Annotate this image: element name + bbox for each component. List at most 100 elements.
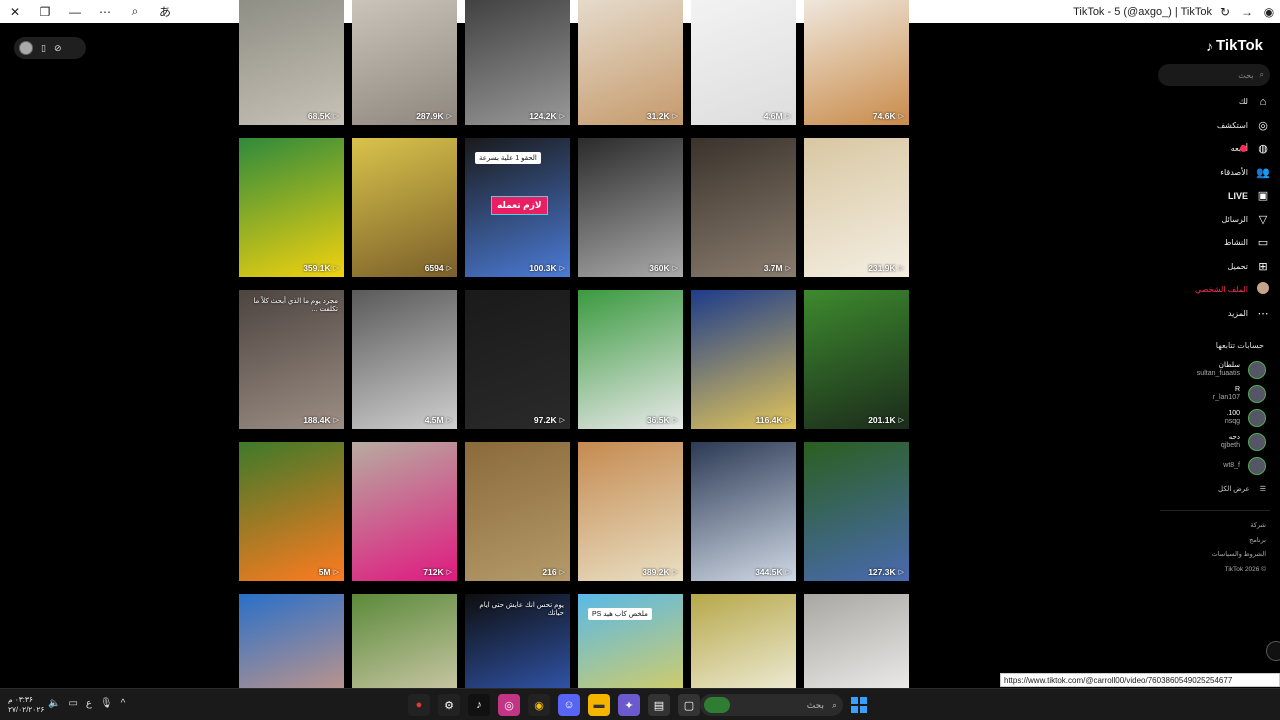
account-names: .100 nsqg xyxy=(1225,410,1240,426)
windows-start-icon[interactable] xyxy=(851,697,867,713)
sidebar-item[interactable]: النشاط ▭ xyxy=(1140,231,1280,255)
video-tile[interactable]: 36.5K ▷ xyxy=(578,290,683,429)
video-tile[interactable]: 3.7M ▷ xyxy=(691,138,796,277)
following-account[interactable]: دحه qjbeth xyxy=(1156,430,1266,454)
video-tile[interactable]: 97.2K ▷ xyxy=(465,290,570,429)
video-caption: يوم تحس انك عايش حتى ايام حياتك xyxy=(479,602,564,618)
sidebar-item[interactable]: لك ⌂ xyxy=(1140,90,1280,114)
folder-app-icon[interactable]: ▬ xyxy=(588,694,610,716)
sidebar-item[interactable]: تحميل ⊞ xyxy=(1140,255,1280,279)
close-icon[interactable]: ✕ xyxy=(0,0,30,23)
video-tile[interactable]: 124.2K ▷ xyxy=(465,0,570,125)
video-tile[interactable]: الحقو 1 علية بسرعة لازم تعمله 100.3K ▷ xyxy=(465,138,570,277)
footer-link[interactable]: الشروط والسياسات xyxy=(1212,548,1266,563)
clock[interactable]: ۰۳:۳۶ م ۲۷/۰۲/۲۰۲۶ xyxy=(8,695,44,715)
video-tile[interactable]: 6594 ▷ xyxy=(352,138,457,277)
device-icon[interactable]: ▯ xyxy=(41,43,46,54)
chrome-app-icon[interactable]: ◉ xyxy=(528,694,550,716)
following-account[interactable]: Rr_lan107 xyxy=(1156,382,1266,406)
video-tile[interactable]: 127.3K ▷ xyxy=(804,442,909,581)
tiktok-logo[interactable]: ♪ TikTok xyxy=(1206,37,1263,54)
record-app-icon[interactable]: ● xyxy=(408,694,430,716)
view-count: 216 ▷ xyxy=(542,567,565,577)
video-tile[interactable]: 344.5K ▷ xyxy=(691,442,796,581)
view-count: 4.5M ▷ xyxy=(425,415,452,425)
sidebar-item[interactable]: المزيد ⋯ xyxy=(1140,302,1280,326)
tiktok-app-icon[interactable]: ♪ xyxy=(468,694,490,716)
view-count-value: 287.9K xyxy=(416,111,444,121)
instagram-app-icon[interactable]: ◎ xyxy=(498,694,520,716)
mic-icon[interactable]: 🎙 xyxy=(100,698,113,709)
video-tag: الحقو 1 علية بسرعة xyxy=(475,152,541,164)
play-icon: ▷ xyxy=(333,569,339,576)
language-indicator[interactable]: ع xyxy=(86,698,92,709)
following-account[interactable]: wt8_f xyxy=(1156,454,1266,478)
profile-pill[interactable]: ▯ ⊘ xyxy=(14,37,86,59)
taskbar-search[interactable]: بحث ⌕ xyxy=(700,694,843,716)
video-tile[interactable]: 287.9K ▷ xyxy=(352,0,457,125)
sidebar-item[interactable]: أتابعه◍ xyxy=(1140,137,1280,161)
search-icon[interactable]: ⌕ xyxy=(1260,70,1264,80)
footer-link[interactable]: شركة xyxy=(1212,519,1266,534)
video-tile[interactable]: 201.1K ▷ xyxy=(804,290,909,429)
app-logo-icon: ◉ xyxy=(1263,4,1275,19)
video-tile[interactable]: 74.6K ▷ xyxy=(804,0,909,125)
video-tile[interactable]: 231.9K ▷ xyxy=(804,138,909,277)
scroll-top-button[interactable] xyxy=(1266,641,1280,661)
view-count: 6594 ▷ xyxy=(425,263,452,273)
video-tile[interactable]: 116.4K ▷ xyxy=(691,290,796,429)
video-tile[interactable]: 389.2K ▷ xyxy=(578,442,683,581)
video-tile[interactable]: 360K ▷ xyxy=(578,138,683,277)
video-tile[interactable]: 4.5M ▷ xyxy=(352,290,457,429)
activity-icon: ▭ xyxy=(1257,237,1269,250)
sidebar-item[interactable]: الرسائل ▽ xyxy=(1140,208,1280,232)
sidebar-item-label: LIVE xyxy=(1227,190,1248,201)
restore-icon[interactable]: ❐ xyxy=(30,0,60,23)
following-list: سلطان sultan_fuaatis Rr_lan107 .100 nsqg دحه q… xyxy=(1156,358,1266,478)
discord-app-icon[interactable]: ☺ xyxy=(558,694,580,716)
minimize-icon[interactable]: — xyxy=(60,0,90,23)
video-tile[interactable]: 712K ▷ xyxy=(352,442,457,581)
chevron-up-icon[interactable]: ^ xyxy=(121,698,126,709)
search-placeholder: بحث xyxy=(1238,70,1254,80)
sidebar-item[interactable]: الأصدقاء 👥 xyxy=(1140,161,1280,185)
reload-icon[interactable]: ↻ xyxy=(1214,0,1236,23)
settings-icon[interactable]: ⊘ xyxy=(54,43,62,54)
account-names: دحه qjbeth xyxy=(1221,434,1240,450)
video-tile[interactable]: مجرد يوم ما الذي أبحث كلاً ما تكلفت ... 1… xyxy=(239,290,344,429)
footer-link[interactable]: TikTok 2026 © xyxy=(1212,563,1266,578)
video-tag: ملخص كاب هيد PS xyxy=(588,608,652,620)
tiktok-note-icon: ♪ xyxy=(1206,37,1214,54)
play-icon: ▷ xyxy=(559,569,565,576)
steam-app-icon[interactable]: ⚙ xyxy=(438,694,460,716)
more-icon[interactable]: ⋯ xyxy=(90,0,120,23)
translate-icon[interactable]: あ xyxy=(150,0,180,23)
view-count: 36.5K ▷ xyxy=(647,415,678,425)
sidebar-item[interactable]: استكشف ◎ xyxy=(1140,114,1280,138)
play-icon: ▷ xyxy=(559,113,565,120)
taskview-app-icon[interactable]: ▢ xyxy=(678,694,700,716)
sidebar-item-label: تحميل xyxy=(1227,261,1249,271)
play-icon: ▷ xyxy=(446,569,452,576)
copilot-app-icon[interactable]: ✦ xyxy=(618,694,640,716)
video-tile[interactable]: 68.5K ▷ xyxy=(239,0,344,125)
see-all-link[interactable]: عرض الكل ☰ xyxy=(1218,485,1266,493)
video-tile[interactable]: 31.2K ▷ xyxy=(578,0,683,125)
store-app-icon[interactable]: ▤ xyxy=(648,694,670,716)
zoom-icon[interactable]: ⌕ xyxy=(120,0,150,23)
video-tile[interactable]: 359.1K ▷ xyxy=(239,138,344,277)
play-icon: ▷ xyxy=(672,569,678,576)
following-account[interactable]: سلطان sultan_fuaatis xyxy=(1156,358,1266,382)
footer-link[interactable]: برنامج xyxy=(1212,534,1266,549)
network-icon[interactable]: ▭ xyxy=(68,698,77,709)
video-tile[interactable]: 5M ▷ xyxy=(239,442,344,581)
sidebar-item[interactable]: LIVE ▣ xyxy=(1140,184,1280,208)
forward-icon[interactable]: → xyxy=(1236,0,1258,23)
search-input[interactable]: بحث ⌕ xyxy=(1158,64,1270,86)
video-tile[interactable]: 4.6M ▷ xyxy=(691,0,796,125)
sidebar-item[interactable]: الملف الشخصي xyxy=(1140,278,1280,302)
brand-name: TikTok xyxy=(1216,37,1263,54)
speaker-icon[interactable]: 🔈 xyxy=(48,698,60,709)
following-account[interactable]: .100 nsqg xyxy=(1156,406,1266,430)
video-tile[interactable]: 216 ▷ xyxy=(465,442,570,581)
